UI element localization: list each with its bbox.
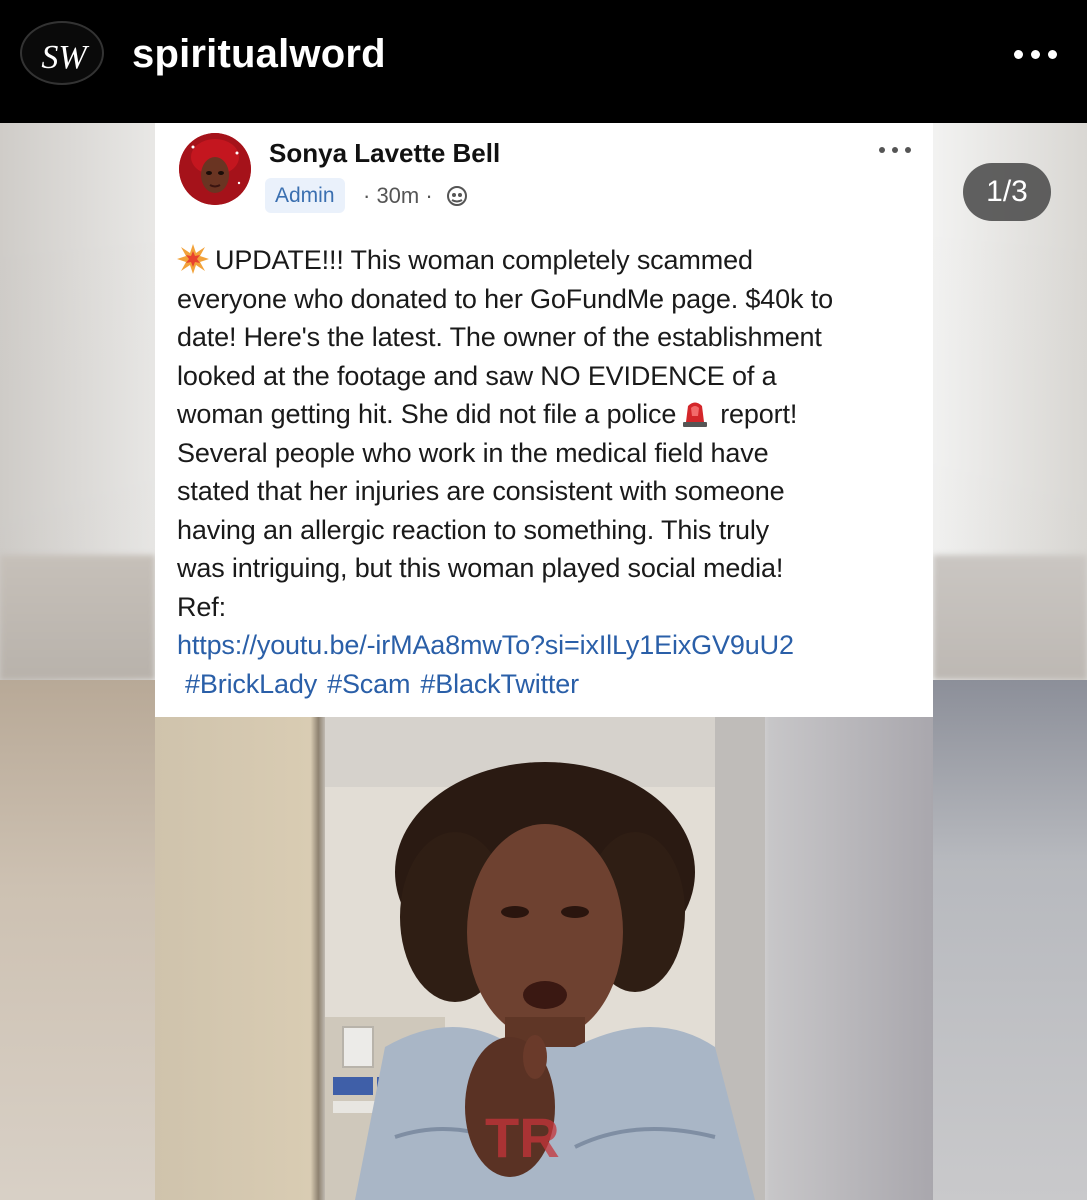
post-text: UPDATE!!! This woman completely scammed … — [177, 241, 917, 703]
post-line: Ref: — [177, 591, 226, 622]
author-avatar[interactable] — [179, 133, 251, 205]
police-siren-emoji-icon — [683, 402, 708, 427]
admin-badge: Admin — [265, 178, 345, 213]
post-line: looked at the footage and saw NO EVIDENC… — [177, 360, 777, 391]
post-line: Several people who work in the medical f… — [177, 437, 769, 468]
post-line: UPDATE!!! This woman completely scammed — [177, 241, 917, 280]
post-line: stated that her injuries are consistent … — [177, 476, 785, 506]
instagram-post-viewer: SW spiritualword 1/3 Sonya Lavette Bell … — [0, 0, 1087, 1200]
post-line: woman getting hit. She did not file a po… — [177, 399, 798, 429]
carousel-counter: 1/3 — [963, 163, 1051, 221]
svg-text:SW: SW — [41, 39, 89, 76]
account-avatar[interactable]: SW — [20, 21, 104, 85]
post-line: was intriguing, but this woman played so… — [177, 553, 784, 583]
video-still[interactable]: TR — [155, 717, 933, 1200]
woman-crying-photo: TR — [325, 717, 765, 1200]
more-options-icon[interactable] — [1010, 42, 1060, 66]
background-band — [933, 555, 1087, 680]
post-line: date! Here's the latest. The owner of th… — [177, 322, 822, 352]
reference-link[interactable]: https://youtu.be/-irMAa8mwTo?si=ixIlLy1E… — [177, 626, 917, 665]
account-username[interactable]: spiritualword — [132, 32, 386, 76]
post-more-icon[interactable] — [877, 143, 913, 157]
hashtag-bricklady[interactable]: #BrickLady — [185, 669, 317, 699]
globe-icon — [447, 186, 467, 206]
sw-logo-icon: SW — [41, 39, 89, 76]
author-name[interactable]: Sonya Lavette Bell — [269, 137, 500, 169]
post-line: having an allergic reaction to something… — [177, 514, 770, 545]
hashtags: #BrickLady #Scam #BlackTwitter — [177, 665, 917, 704]
hashtag-blacktwitter[interactable]: #BlackTwitter — [420, 669, 579, 699]
post-line: everyone who donated to her GoFundMe pag… — [177, 283, 833, 314]
post-timestamp[interactable]: · 30m · — [363, 181, 433, 211]
background-lower — [0, 680, 155, 1200]
collision-emoji-icon — [177, 244, 209, 274]
top-bar: SW spiritualword — [0, 0, 1087, 123]
avatar-portrait-icon — [179, 133, 251, 205]
facebook-post-card: Sonya Lavette Bell Admin · 30m · UPDATE!… — [155, 123, 933, 717]
background-band — [0, 555, 155, 680]
svg-text:TR: TR — [485, 1106, 560, 1169]
hashtag-scam[interactable]: #Scam — [327, 669, 410, 699]
background-lower — [933, 680, 1087, 1200]
